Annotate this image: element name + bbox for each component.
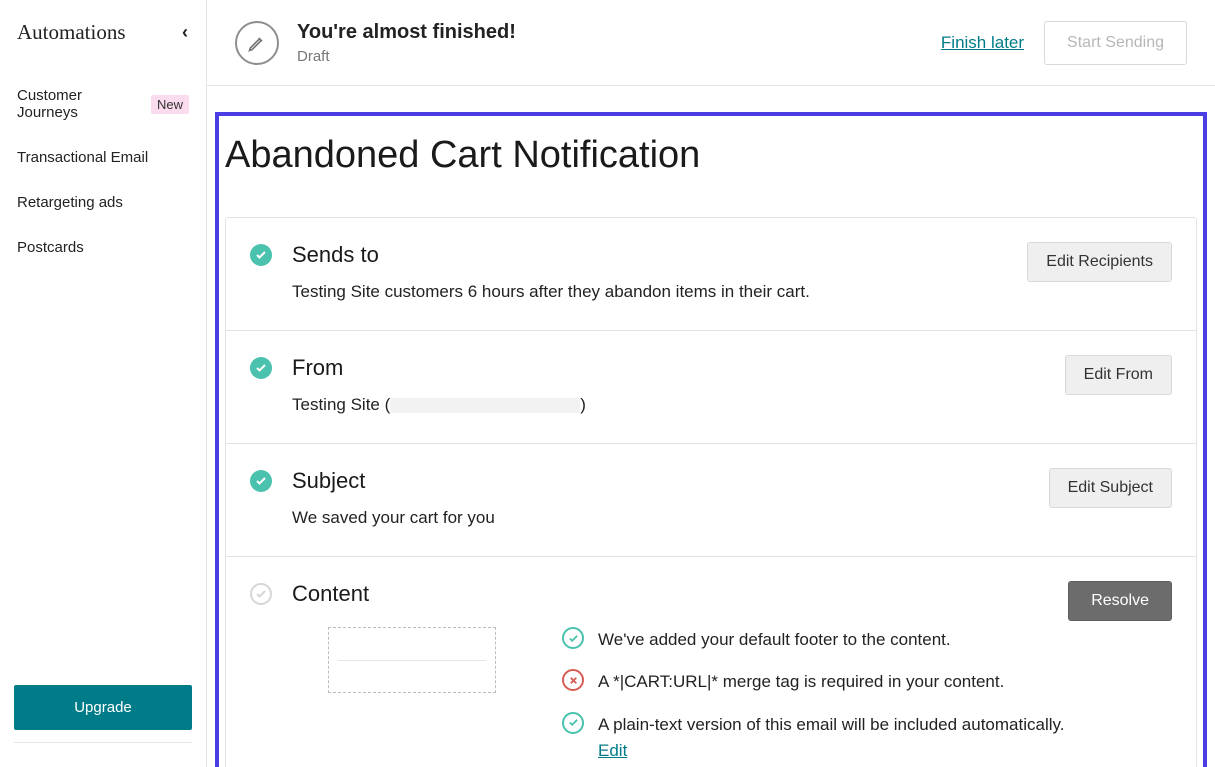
edit-from-button[interactable]: Edit From — [1065, 355, 1172, 395]
finish-later-link[interactable]: Finish later — [941, 33, 1024, 53]
section-desc: Testing Site () — [292, 395, 1065, 415]
section-subject: Subject We saved your cart for you Edit … — [226, 444, 1196, 557]
section-desc: We saved your cart for you — [292, 508, 1049, 528]
edit-plaintext-link[interactable]: Edit — [598, 741, 627, 760]
message-error: A *|CART:URL|* merge tag is required in … — [562, 669, 1068, 695]
new-badge: New — [151, 95, 189, 114]
sidebar-bottom: Upgrade — [0, 685, 206, 767]
content-messages: We've added your default footer to the c… — [562, 627, 1068, 767]
sidebar-item-retargeting-ads[interactable]: Retargeting ads — [0, 180, 206, 225]
sidebar-item-label: Postcards — [17, 239, 84, 256]
main: You're almost finished! Draft Finish lat… — [207, 0, 1215, 767]
upgrade-button[interactable]: Upgrade — [14, 685, 192, 730]
edit-recipients-button[interactable]: Edit Recipients — [1027, 242, 1172, 282]
chevron-left-icon[interactable]: ‹ — [182, 22, 188, 43]
sidebar-item-customer-journeys[interactable]: Customer Journeys New — [0, 73, 206, 135]
sidebar-nav: Customer Journeys New Transactional Emai… — [0, 65, 206, 278]
topbar-heading: You're almost finished! — [297, 21, 941, 44]
from-prefix: Testing Site ( — [292, 395, 390, 414]
sidebar-item-label: Retargeting ads — [17, 194, 123, 211]
status-col — [250, 242, 292, 302]
sidebar-item-label: Transactional Email — [17, 149, 148, 166]
highlight-box: Abandoned Cart Notification Sends to Tes… — [215, 112, 1207, 767]
resolve-button[interactable]: Resolve — [1068, 581, 1172, 621]
check-circle-icon — [562, 627, 584, 649]
check-badge-icon — [250, 244, 272, 266]
redacted-email — [390, 398, 580, 413]
status-col — [250, 468, 292, 528]
section-title: From — [292, 355, 1065, 381]
message-ok: We've added your default footer to the c… — [562, 627, 1068, 653]
content-area: Abandoned Cart Notification Sends to Tes… — [207, 86, 1215, 767]
section-from: From Testing Site () Edit From — [226, 331, 1196, 444]
sidebar-item-label: Customer Journeys — [17, 87, 143, 121]
section-title: Content — [292, 581, 1068, 607]
sidebar-item-postcards[interactable]: Postcards — [0, 225, 206, 270]
topbar-titles: You're almost finished! Draft — [297, 21, 941, 65]
status-col — [250, 355, 292, 415]
section-body: Sends to Testing Site customers 6 hours … — [292, 242, 1027, 302]
section-title: Subject — [292, 468, 1049, 494]
from-suffix: ) — [580, 395, 586, 414]
sidebar: Automations ‹ Customer Journeys New Tran… — [0, 0, 207, 767]
section-body: Subject We saved your cart for you — [292, 468, 1049, 528]
section-action: Edit Subject — [1049, 468, 1172, 508]
section-title: Sends to — [292, 242, 1027, 268]
content-row: We've added your default footer to the c… — [292, 627, 1068, 767]
message-ok: A plain-text version of this email will … — [562, 712, 1068, 765]
section-body: From Testing Site () — [292, 355, 1065, 415]
sidebar-title: Automations — [17, 20, 126, 45]
sidebar-item-transactional-email[interactable]: Transactional Email — [0, 135, 206, 180]
page-title: Abandoned Cart Notification — [219, 134, 1203, 217]
pencil-icon — [235, 21, 279, 65]
section-body: Content We' — [292, 581, 1068, 767]
divider — [14, 742, 192, 743]
section-list: Sends to Testing Site customers 6 hours … — [225, 217, 1197, 767]
check-circle-icon — [562, 712, 584, 734]
check-badge-icon — [250, 470, 272, 492]
section-action: Resolve — [1068, 581, 1172, 621]
preview-line — [338, 660, 486, 661]
section-sends-to: Sends to Testing Site customers 6 hours … — [226, 218, 1196, 331]
content-preview[interactable] — [328, 627, 496, 693]
message-body: A plain-text version of this email will … — [598, 715, 1064, 734]
x-circle-icon — [562, 669, 584, 691]
message-text: A *|CART:URL|* merge tag is required in … — [598, 669, 1004, 695]
section-desc: Testing Site customers 6 hours after the… — [292, 282, 1027, 302]
start-sending-button[interactable]: Start Sending — [1044, 21, 1187, 65]
topbar: You're almost finished! Draft Finish lat… — [207, 0, 1215, 86]
edit-subject-button[interactable]: Edit Subject — [1049, 468, 1172, 508]
check-hollow-icon — [250, 583, 272, 605]
message-text: A plain-text version of this email will … — [598, 712, 1068, 765]
sidebar-header: Automations ‹ — [0, 20, 206, 65]
check-badge-icon — [250, 357, 272, 379]
section-content: Content We' — [226, 557, 1196, 767]
section-action: Edit Recipients — [1027, 242, 1172, 282]
status-col — [250, 581, 292, 767]
topbar-subheading: Draft — [297, 48, 941, 65]
message-text: We've added your default footer to the c… — [598, 627, 951, 653]
section-action: Edit From — [1065, 355, 1172, 395]
